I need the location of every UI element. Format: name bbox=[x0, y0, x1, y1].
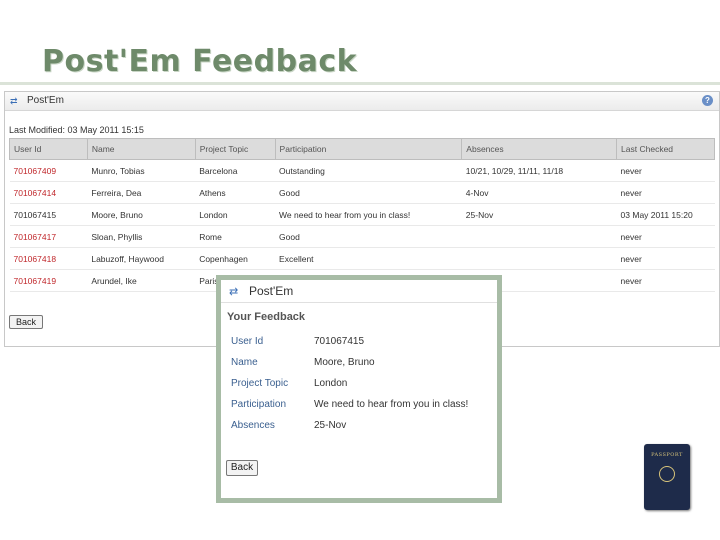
detail-label: Participation bbox=[231, 399, 287, 410]
cell-absences bbox=[461, 225, 617, 248]
slide-title: Post'Em Feedback bbox=[42, 44, 358, 79]
cell-participation: Excellent bbox=[275, 247, 462, 270]
passport-label: PASSPORT bbox=[651, 452, 683, 458]
cell-last-checked: never bbox=[616, 247, 715, 270]
detail-row-user-id: User Id 701067415 bbox=[231, 336, 491, 350]
detail-value: London bbox=[314, 378, 348, 389]
detail-value: 25-Nov bbox=[314, 420, 347, 431]
table-row: 701067409 Munro, Tobias Barcelona Outsta… bbox=[9, 159, 715, 182]
detail-label: Name bbox=[231, 357, 258, 368]
detail-row-participation: Participation We need to hear from you i… bbox=[231, 399, 491, 413]
cell-absences bbox=[461, 247, 617, 270]
cell-name: Ferreira, Dea bbox=[87, 181, 196, 204]
user-id-link[interactable]: 701067415 bbox=[9, 203, 88, 226]
user-id-link[interactable]: 701067419 bbox=[9, 269, 88, 292]
last-modified: Last Modified: 03 May 2011 15:15 bbox=[9, 125, 144, 135]
feedback-popup: ⇄ Post'Em Your Feedback User Id 70106741… bbox=[216, 275, 502, 503]
cell-absences: 4-Nov bbox=[461, 181, 617, 204]
table-row: 701067417 Sloan, Phyllis Rome Good never bbox=[9, 225, 715, 248]
detail-label: User Id bbox=[231, 336, 264, 347]
window-title: Post'Em bbox=[27, 95, 64, 106]
col-header-last-checked[interactable]: Last Checked bbox=[616, 138, 715, 160]
detail-row-name: Name Moore, Bruno bbox=[231, 357, 491, 371]
user-id-link[interactable]: 701067417 bbox=[9, 225, 88, 248]
table-row: 701067418 Labuzoff, Haywood Copenhagen E… bbox=[9, 247, 715, 270]
cell-project-topic: Barcelona bbox=[195, 159, 276, 182]
popup-panel: ⇄ Post'Em Your Feedback User Id 70106741… bbox=[221, 280, 497, 498]
col-header-participation[interactable]: Participation bbox=[274, 138, 463, 160]
cell-name: Sloan, Phyllis bbox=[87, 225, 196, 248]
table-row: 701067415 Moore, Bruno London We need to… bbox=[9, 203, 715, 226]
user-id-link[interactable]: 701067418 bbox=[9, 247, 88, 270]
col-header-project-topic[interactable]: Project Topic bbox=[194, 138, 276, 160]
col-header-name[interactable]: Name bbox=[86, 138, 196, 160]
help-icon[interactable]: ? bbox=[702, 95, 713, 106]
user-id-link[interactable]: 701067414 bbox=[9, 181, 88, 204]
cell-project-topic: Rome bbox=[195, 225, 276, 248]
cell-participation: Good bbox=[275, 225, 462, 248]
cell-absences: 25-Nov bbox=[461, 203, 617, 226]
postem-arrows-icon: ⇄ bbox=[10, 96, 18, 106]
cell-project-topic: London bbox=[195, 203, 276, 226]
popup-titlebar: ⇄ Post'Em bbox=[221, 280, 497, 303]
cell-last-checked: never bbox=[616, 181, 715, 204]
table-header-row: User Id Name Project Topic Participation… bbox=[9, 138, 715, 160]
detail-label: Absences bbox=[231, 420, 275, 431]
cell-name: Labuzoff, Haywood bbox=[87, 247, 196, 270]
cell-participation: Outstanding bbox=[275, 159, 462, 182]
cell-participation: Good bbox=[275, 181, 462, 204]
cell-last-checked: never bbox=[616, 225, 715, 248]
detail-row-absences: Absences 25-Nov bbox=[231, 420, 491, 434]
cell-project-topic: Athens bbox=[195, 181, 276, 204]
popup-title: Post'Em bbox=[249, 284, 294, 298]
window-titlebar: ⇄ Post'Em ? bbox=[5, 92, 719, 111]
cell-last-checked: 03 May 2011 15:20 bbox=[616, 203, 715, 226]
cell-name: Munro, Tobias bbox=[87, 159, 196, 182]
cell-project-topic: Copenhagen bbox=[195, 247, 276, 270]
passport-icon: PASSPORT bbox=[644, 444, 690, 510]
detail-value: 701067415 bbox=[314, 336, 365, 347]
col-header-absences[interactable]: Absences bbox=[461, 138, 618, 160]
cell-last-checked: never bbox=[616, 269, 715, 292]
popup-back-button[interactable]: Back bbox=[226, 460, 258, 476]
cell-name: Arundel, Ike bbox=[87, 269, 196, 292]
postem-arrows-icon: ⇄ bbox=[229, 286, 239, 298]
table-row: 701067414 Ferreira, Dea Athens Good 4-No… bbox=[9, 181, 715, 204]
cell-participation: We need to hear from you in class! bbox=[275, 203, 462, 226]
detail-label: Project Topic bbox=[231, 378, 289, 389]
popup-heading: Your Feedback bbox=[227, 311, 306, 323]
title-underline bbox=[0, 82, 720, 85]
detail-value: Moore, Bruno bbox=[314, 357, 375, 368]
col-header-user-id[interactable]: User Id bbox=[9, 138, 88, 160]
detail-value: We need to hear from you in class! bbox=[314, 399, 469, 410]
detail-row-project-topic: Project Topic London bbox=[231, 378, 491, 392]
user-id-link[interactable]: 701067409 bbox=[9, 159, 88, 182]
cell-last-checked: never bbox=[616, 159, 715, 182]
feedback-table: User Id Name Project Topic Participation… bbox=[9, 138, 715, 292]
back-button[interactable]: Back bbox=[9, 315, 43, 329]
passport-seal bbox=[659, 466, 675, 482]
cell-absences: 10/21, 10/29, 11/11, 11/18 bbox=[461, 159, 617, 182]
cell-name: Moore, Bruno bbox=[87, 203, 196, 226]
